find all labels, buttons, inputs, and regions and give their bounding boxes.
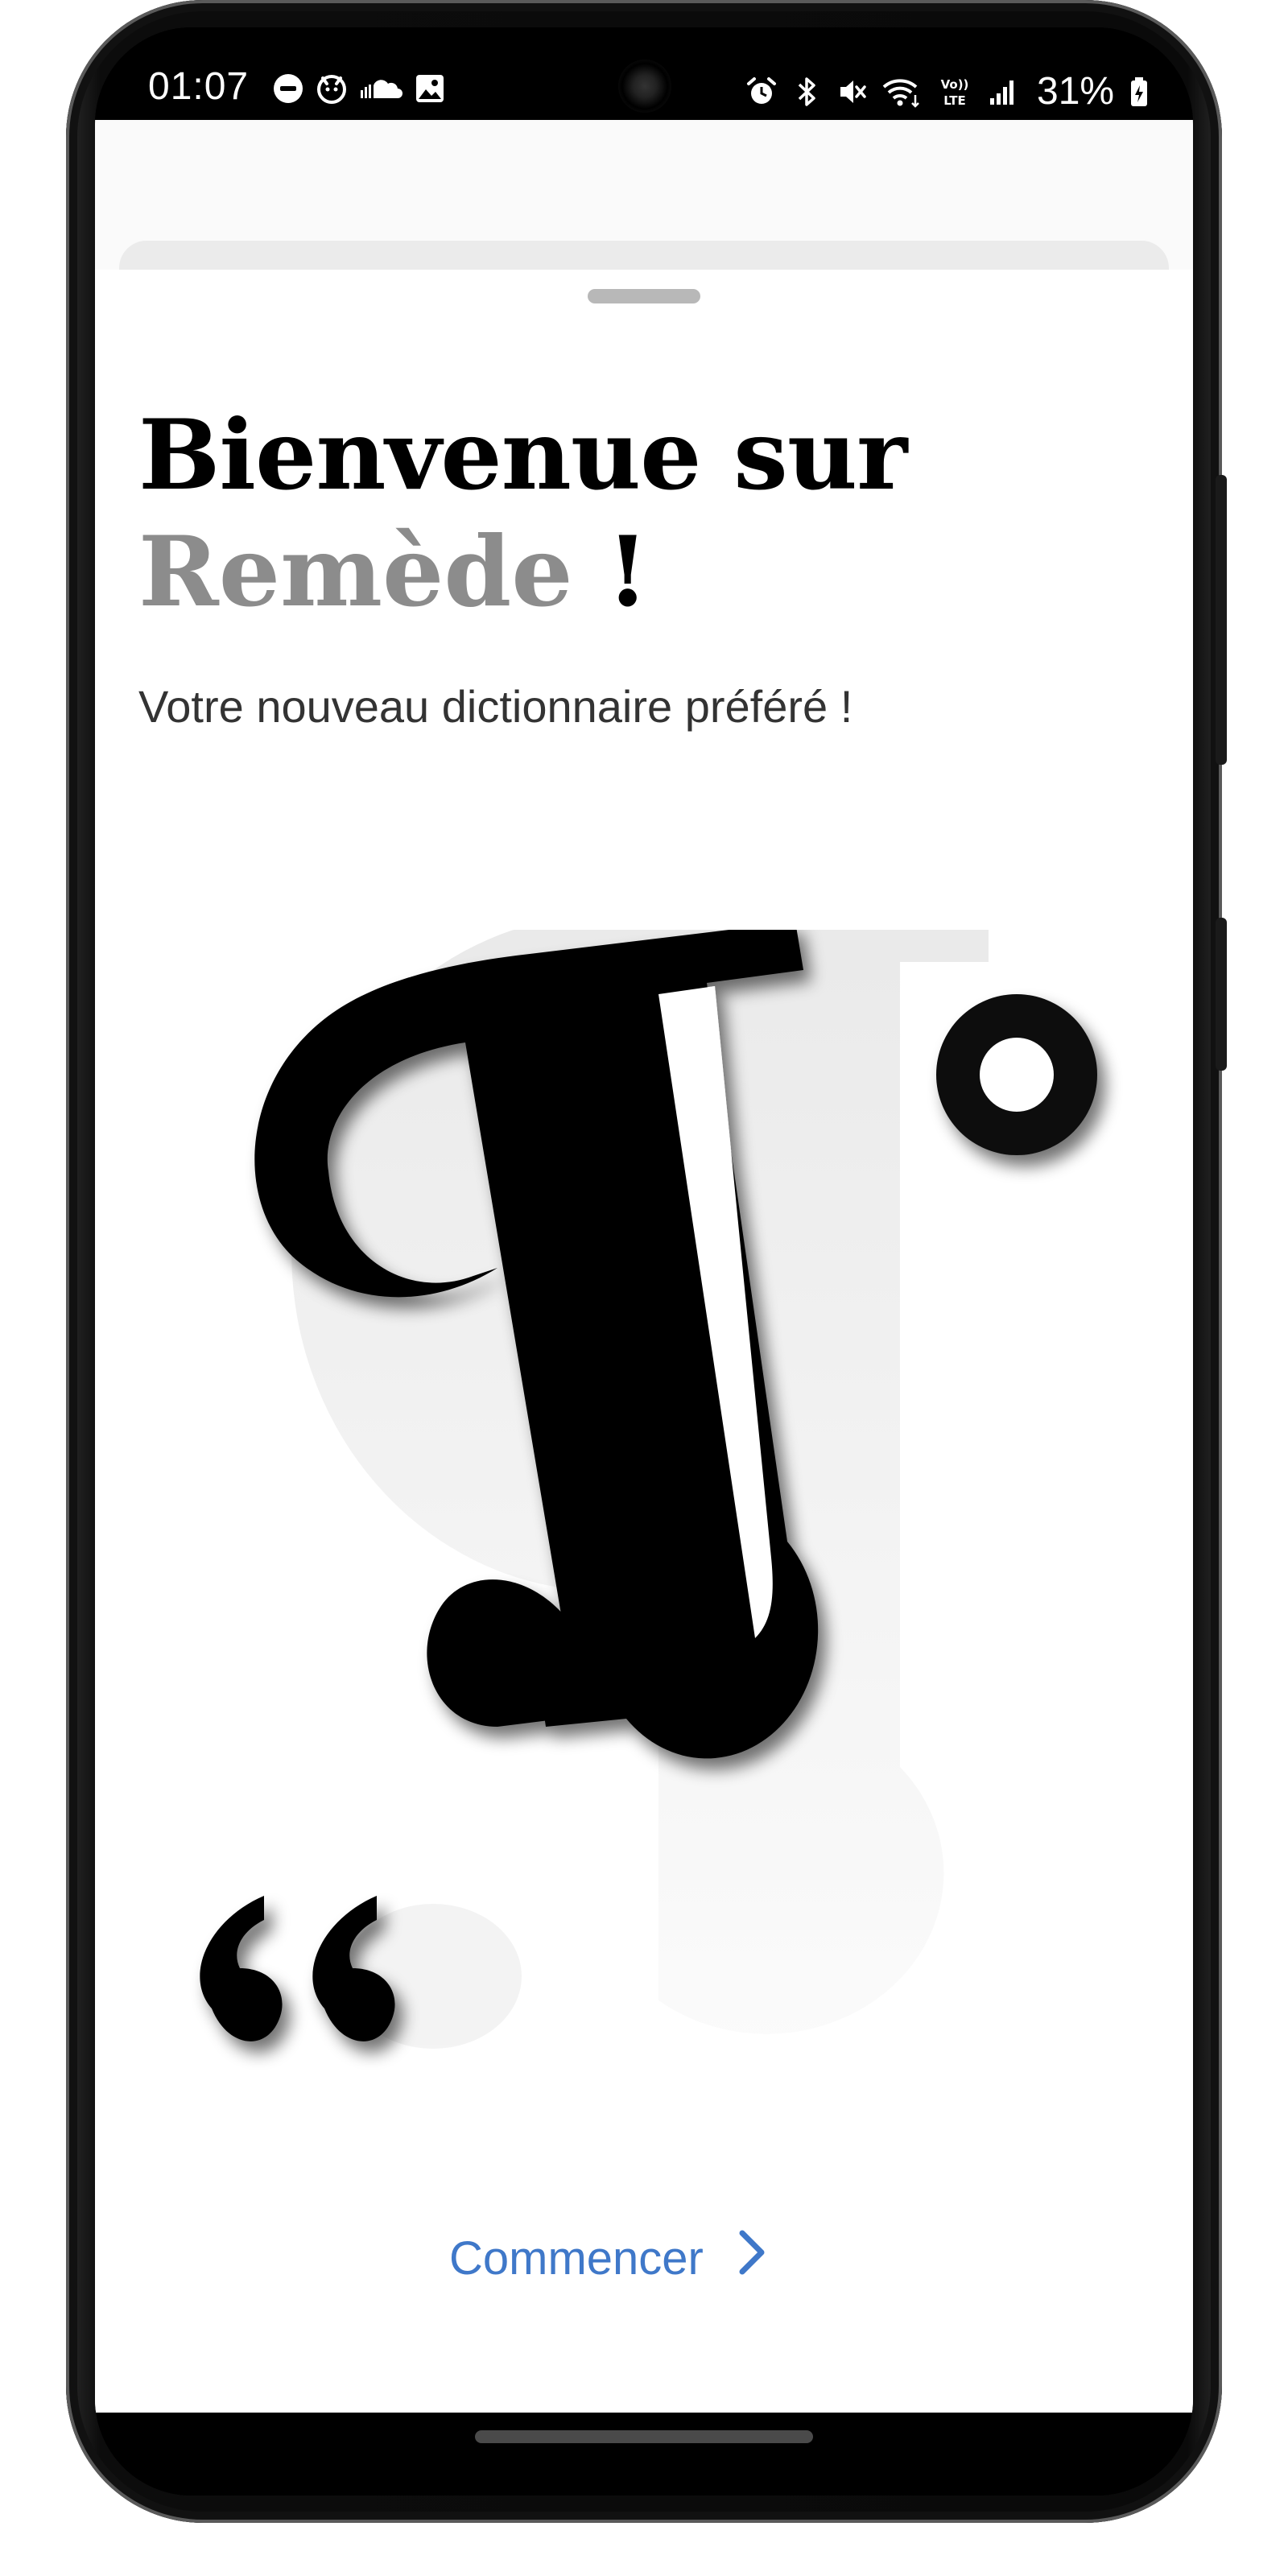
gallery-icon xyxy=(414,72,446,105)
do-not-disturb-icon xyxy=(272,72,304,105)
sheet-drag-handle[interactable] xyxy=(588,289,700,303)
system-status-icons: Vo)) LTE 31% xyxy=(745,69,1151,114)
welcome-title-line2: Remède ! xyxy=(138,515,649,629)
notification-icons xyxy=(272,72,446,105)
front-camera xyxy=(618,60,671,113)
status-time: 01:07 xyxy=(148,65,250,108)
wifi-icon xyxy=(881,76,923,108)
status-bar: 01:07 Vo)) LTE 31% xyxy=(95,27,1193,120)
app-screen: Bienvenue sur Remède ! Votre nouveau dic… xyxy=(95,120,1193,2413)
navigation-bar xyxy=(95,2413,1193,2496)
alarm-icon xyxy=(745,76,778,108)
cloud-icon xyxy=(359,72,402,105)
chevron-right-icon xyxy=(736,2228,768,2288)
battery-percentage: 31% xyxy=(1037,70,1115,113)
signal-icon xyxy=(987,76,1019,108)
start-button[interactable]: Commencer xyxy=(449,2222,768,2294)
svg-text:LTE: LTE xyxy=(943,93,966,108)
mute-icon xyxy=(836,76,868,108)
svg-text:Vo)): Vo)) xyxy=(941,77,969,92)
title-exclamation: ! xyxy=(572,515,650,629)
app-name: Remède xyxy=(138,515,573,629)
screen: 01:07 Vo)) LTE 31% Bienvenue sur Remède … xyxy=(95,27,1193,2496)
degree-icon xyxy=(936,994,1097,1155)
bluetooth-icon xyxy=(791,76,823,108)
home-indicator[interactable] xyxy=(475,2430,813,2443)
messenger-icon xyxy=(316,72,348,105)
volume-button xyxy=(1216,475,1227,765)
welcome-subtitle: Votre nouveau dictionnaire préféré ! xyxy=(138,681,853,732)
start-button-label: Commencer xyxy=(449,2231,704,2285)
battery-icon xyxy=(1127,76,1151,108)
welcome-sheet: Bienvenue sur Remède ! Votre nouveau dic… xyxy=(95,270,1193,2413)
power-button xyxy=(1216,918,1227,1071)
device-frame: 01:07 Vo)) LTE 31% Bienvenue sur Remède … xyxy=(0,0,1288,2576)
welcome-title: Bienvenue sur xyxy=(138,398,907,512)
hero-illustration xyxy=(200,930,1097,2049)
volte-icon: Vo)) LTE xyxy=(935,76,974,108)
